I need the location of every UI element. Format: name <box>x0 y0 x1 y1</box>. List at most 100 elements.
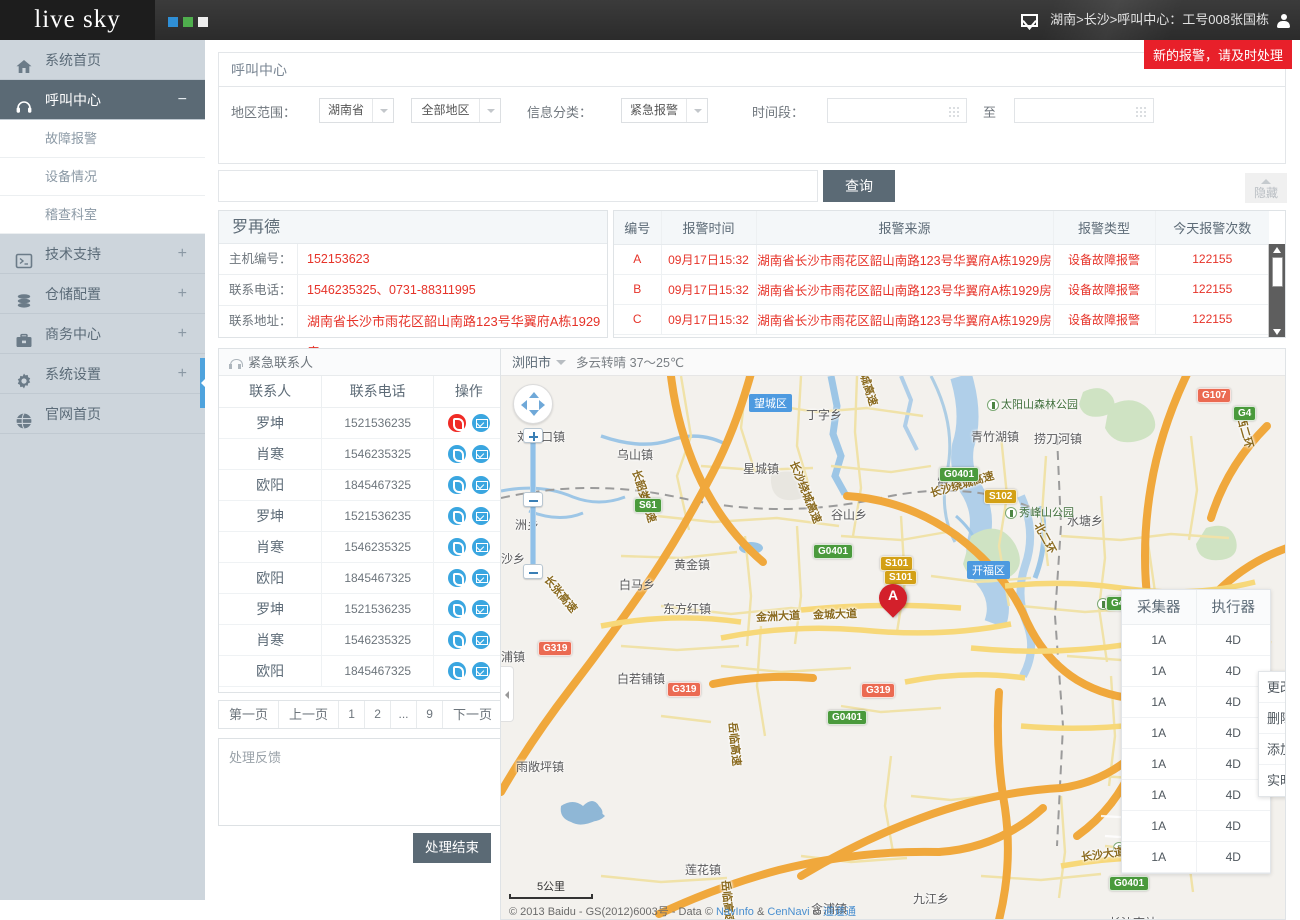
sidebar-subitem-device-status[interactable]: 设备情况 <box>0 158 205 196</box>
region-city-select[interactable]: 全部地区 <box>411 98 501 123</box>
alarm-type: 设备故障报警 <box>1053 274 1156 305</box>
sidebar-item-official-site[interactable]: 官网首页 <box>0 394 205 434</box>
page-prev[interactable]: 上一页 <box>279 701 340 728</box>
sidebar-item-call-center[interactable]: 呼叫中心 − <box>0 80 205 120</box>
table-row[interactable]: 1A 4D <box>1122 841 1270 873</box>
chevron-down-icon[interactable] <box>686 99 707 122</box>
scrollbar-thumb[interactable] <box>1272 257 1283 287</box>
sidebar-item-settings[interactable]: 系统设置 + <box>0 354 205 394</box>
alarm-table-scrollbar[interactable] <box>1268 244 1285 337</box>
call-icon[interactable] <box>447 506 466 525</box>
finish-handling-button[interactable]: 处理结束 <box>413 833 491 863</box>
contact-name: 肖寒 <box>219 531 323 563</box>
message-icon[interactable] <box>471 630 490 649</box>
table-row[interactable]: 1A 4D <box>1122 810 1270 842</box>
device-mapping-table[interactable]: 采集器 执行器 1A 4D 1A 4D 1A 4D 1A 4D 1A 4D 1A 4D 1A 4D 1A 4D <box>1121 589 1271 874</box>
table-row[interactable]: 1A 4D <box>1122 717 1270 749</box>
call-icon[interactable] <box>447 630 466 649</box>
message-icon[interactable] <box>471 599 490 618</box>
page-next[interactable]: 下一页 <box>443 701 502 728</box>
sidebar-item-warehouse[interactable]: 仓储配置 + <box>0 274 205 314</box>
table-row[interactable]: 1A 4D <box>1122 624 1270 656</box>
sidebar-subitem-fault-alarm[interactable]: 故障报警 <box>0 120 205 158</box>
table-row[interactable]: 1A 4D <box>1122 748 1270 780</box>
contact-phone: 1546235325 <box>321 438 435 470</box>
sidebar-subitem-inspection-office[interactable]: 稽查科室 <box>0 196 205 234</box>
zoom-in-button[interactable] <box>523 428 543 443</box>
message-icon[interactable] <box>471 661 490 680</box>
sidebar-item-tech-support[interactable]: 技术支持 + <box>0 234 205 274</box>
expand-toggle-icon[interactable]: + <box>178 354 187 394</box>
category-select[interactable]: 紧急报警 <box>621 98 708 123</box>
person-icon[interactable] <box>1277 13 1290 28</box>
message-icon[interactable] <box>471 413 490 432</box>
query-button[interactable]: 查询 <box>823 170 895 202</box>
menu-item-change-mapping[interactable]: 更改映射关系 <box>1259 672 1285 703</box>
message-icon[interactable] <box>471 444 490 463</box>
message-icon[interactable] <box>471 568 490 587</box>
page-9[interactable]: 9 <box>417 701 444 728</box>
map-pan-control[interactable] <box>513 384 553 424</box>
alarm-tip-banner[interactable]: 新的报警，请及时处理 <box>1143 40 1292 69</box>
zoom-slider-handle[interactable] <box>523 492 543 507</box>
map-zoom-slider[interactable] <box>523 428 543 579</box>
alarm-time: 09月17日15:32 <box>661 304 757 335</box>
table-row[interactable]: 1A 4D <box>1122 779 1270 811</box>
chevron-down-icon[interactable] <box>556 360 567 366</box>
message-icon[interactable] <box>471 475 490 494</box>
chevron-down-icon[interactable] <box>372 99 393 122</box>
expand-toggle-icon[interactable]: + <box>178 274 187 314</box>
sidebar-label: 系统设置 <box>45 366 101 382</box>
collector-value: 1A <box>1122 624 1197 656</box>
message-icon[interactable] <box>471 537 490 556</box>
time-end-input[interactable] <box>1014 98 1154 123</box>
time-from-input[interactable] <box>827 98 967 123</box>
expand-toggle-icon[interactable]: + <box>178 234 187 274</box>
menu-item-delete-device[interactable]: 删除设备 <box>1259 703 1285 734</box>
map-collapse-handle[interactable] <box>501 666 514 722</box>
calendar-icon[interactable] <box>1135 106 1146 117</box>
scroll-up-icon[interactable] <box>1273 247 1281 253</box>
feedback-textarea[interactable]: 处理反馈 <box>218 738 505 826</box>
page-2[interactable]: 2 <box>365 701 392 728</box>
scroll-down-icon[interactable] <box>1273 329 1281 335</box>
page-1[interactable]: 1 <box>339 701 366 728</box>
app-logo[interactable]: live sky <box>0 0 155 40</box>
hide-panel-button[interactable]: 隐藏 <box>1245 173 1287 203</box>
call-icon[interactable] <box>447 413 466 432</box>
calendar-icon[interactable] <box>948 106 959 117</box>
call-icon[interactable] <box>447 475 466 494</box>
call-icon[interactable] <box>447 599 466 618</box>
sidebar-item-home[interactable]: 系统首页 <box>0 40 205 80</box>
mail-icon[interactable] <box>1021 14 1039 28</box>
call-icon[interactable] <box>447 568 466 587</box>
table-row[interactable]: 1A 4D <box>1122 686 1270 718</box>
chevron-down-icon[interactable] <box>479 99 500 122</box>
map-town-label: 沙乡 <box>501 552 526 566</box>
collapse-toggle-icon[interactable]: − <box>178 80 187 120</box>
device-context-menu[interactable]: 更改映射关系 删除设备 添加设备 实时同步主机信息 <box>1258 671 1285 797</box>
menu-item-add-device[interactable]: 添加设备 <box>1259 734 1285 765</box>
contact-name: 肖寒 <box>219 624 323 656</box>
call-icon[interactable] <box>447 537 466 556</box>
call-icon[interactable] <box>447 444 466 463</box>
map-panel[interactable]: 浏阳市 多云转晴 37～25℃ 乌山镇 星城镇 丁字乡 谷山乡 黄金镇 白马乡 … <box>500 348 1286 920</box>
sidebar-item-business[interactable]: 商务中心 + <box>0 314 205 354</box>
user-bar[interactable]: 湖南>长沙>呼叫中心：工号008张国栋 <box>1021 0 1290 40</box>
collector-value: 1A <box>1122 810 1197 842</box>
keyword-input[interactable] <box>218 170 818 202</box>
message-icon[interactable] <box>471 506 490 525</box>
alarm-location-marker[interactable]: A <box>873 578 913 622</box>
page-first[interactable]: 第一页 <box>219 701 280 728</box>
zoom-out-button[interactable] <box>523 564 543 579</box>
expand-toggle-icon[interactable]: + <box>178 314 187 354</box>
menu-item-sync-host-info[interactable]: 实时同步主机信息 <box>1259 765 1285 796</box>
map-shield-g0401: G0401 <box>813 544 854 559</box>
contact-phone: 1546235325 <box>321 624 435 656</box>
collector-value: 1A <box>1122 686 1197 718</box>
column-header: 报警类型 <box>1053 211 1156 245</box>
table-row[interactable]: 1A 4D <box>1122 655 1270 687</box>
map-city-name[interactable]: 浏阳市 <box>512 355 551 370</box>
region-province-select[interactable]: 湖南省 <box>319 98 394 123</box>
call-icon[interactable] <box>447 661 466 680</box>
